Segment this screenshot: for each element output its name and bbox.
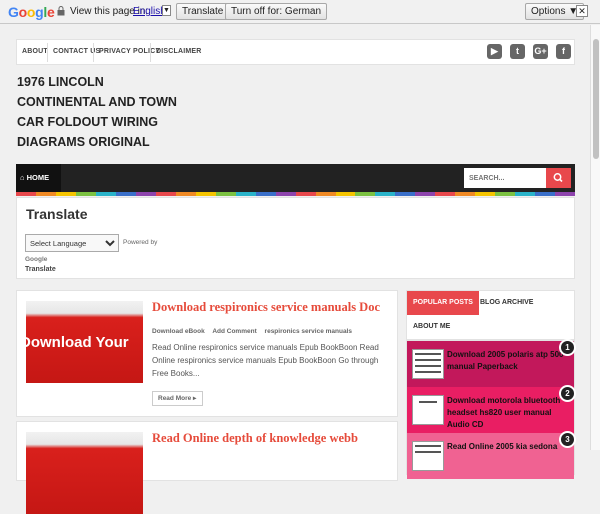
- rank-badge: 2: [559, 385, 576, 402]
- facebook-icon[interactable]: f: [556, 44, 571, 59]
- popular-item[interactable]: Read Online 2005 kia sedona 3: [407, 431, 576, 479]
- google-logo-g1: G: [8, 4, 19, 20]
- post-card: Read Online depth of knowledge webb: [16, 421, 398, 514]
- stripe-segment: [475, 192, 496, 196]
- popular-posts: Download 2005 polaris atp 500 manual Pap…: [406, 339, 576, 479]
- translate-bar: Google View this page in: English ▼ Tran…: [0, 0, 600, 24]
- search-input[interactable]: [464, 168, 546, 188]
- stripe-segment: [16, 192, 36, 196]
- stripe-segment: [395, 192, 416, 196]
- rank-badge: 3: [559, 431, 576, 448]
- stripe-segment: [495, 192, 516, 196]
- youtube-icon[interactable]: ▶: [487, 44, 502, 59]
- post-meta-comments[interactable]: Add Comment: [212, 328, 256, 335]
- nav-home-label: HOME: [26, 173, 50, 182]
- scrollbar[interactable]: [590, 25, 600, 450]
- stripe-segment: [35, 192, 56, 196]
- nav-about[interactable]: ABOUT: [22, 48, 48, 55]
- popular-thumbnail: [412, 395, 444, 425]
- home-icon: ⌂: [20, 173, 25, 182]
- translate-link[interactable]: Translate: [25, 266, 56, 273]
- stripe-segment: [295, 192, 316, 196]
- stripe-segment: [195, 192, 216, 196]
- stripe-segment: [75, 192, 96, 196]
- stripe-segment: [95, 192, 116, 196]
- stripe-segment: [355, 192, 376, 196]
- stripe-segment: [435, 192, 456, 196]
- stripe-segment: [375, 192, 396, 196]
- top-nav: ABOUT CONTACT US PRIVACY POLICY DISCLAIM…: [16, 39, 575, 65]
- post-thumbnail[interactable]: Download Your: [26, 301, 143, 383]
- stripe-segment: [215, 192, 236, 196]
- stripe-segment: [535, 192, 556, 196]
- post-excerpt: Read Online respironics service manuals …: [152, 343, 379, 378]
- main-nav: ⌂ HOME: [16, 164, 575, 192]
- twitter-icon[interactable]: t: [510, 44, 525, 59]
- post-thumbnail[interactable]: [26, 432, 143, 514]
- nav-privacy[interactable]: PRIVACY POLICY: [99, 48, 160, 55]
- stripe-segment: [315, 192, 336, 196]
- stripe-segment: [55, 192, 76, 196]
- turn-off-button[interactable]: Turn off for: German: [225, 3, 328, 20]
- stripe-segment: [455, 192, 476, 196]
- page: ABOUT CONTACT US PRIVACY POLICY DISCLAIM…: [0, 25, 590, 514]
- search-icon: [553, 173, 563, 183]
- nav-disclaimer[interactable]: DISCLAIMER: [156, 48, 202, 55]
- tab-about-me[interactable]: ABOUT ME: [407, 315, 456, 339]
- nav-divider: [150, 43, 151, 62]
- nav-divider: [47, 43, 48, 62]
- scrollbar-thumb[interactable]: [593, 39, 599, 159]
- rank-badge: 1: [559, 339, 576, 356]
- stripe-segment: [155, 192, 176, 196]
- google-logo: Google: [8, 4, 55, 20]
- popular-item[interactable]: Download 2005 polaris atp 500 manual Pap…: [407, 339, 576, 387]
- stripe-segment: [255, 192, 276, 196]
- language-link[interactable]: English: [133, 6, 166, 17]
- popular-title: Download motorola bluetooth headset hs82…: [447, 396, 561, 429]
- popular-title: Read Online 2005 kia sedona: [447, 442, 558, 451]
- tab-blog-archive[interactable]: BLOG ARCHIVE: [474, 291, 539, 315]
- post-title[interactable]: Download respironics service manuals Doc: [152, 300, 380, 315]
- language-select[interactable]: Select Language: [25, 234, 119, 252]
- nav-divider: [93, 43, 94, 62]
- google-plus-icon[interactable]: G+: [533, 44, 548, 59]
- nav-home[interactable]: ⌂ HOME: [16, 164, 61, 192]
- stripe-segment: [115, 192, 136, 196]
- stripe-segment: [415, 192, 436, 196]
- stripe-segment: [235, 192, 256, 196]
- widget-title: Translate: [26, 206, 88, 222]
- translate-button[interactable]: Translate: [176, 3, 230, 20]
- thumbnail-text: Download Your: [26, 334, 129, 351]
- powered-by-label: Powered by: [123, 239, 158, 246]
- stripe-segment: [275, 192, 296, 196]
- stripe-segment: [175, 192, 196, 196]
- google-label: Google: [25, 256, 48, 263]
- read-more-button[interactable]: Read More ▸: [152, 391, 203, 406]
- language-dropdown-icon[interactable]: ▼: [162, 5, 171, 16]
- popular-item[interactable]: Download motorola bluetooth headset hs82…: [407, 385, 576, 433]
- stripe-segment: [515, 192, 536, 196]
- color-stripes: [16, 192, 576, 196]
- lock-icon: [57, 6, 65, 16]
- popular-thumbnail: [412, 349, 444, 379]
- post-title[interactable]: Read Online depth of knowledge webb: [152, 431, 358, 446]
- popular-title: Download 2005 polaris atp 500 manual Pap…: [447, 350, 564, 371]
- stripe-segment: [555, 192, 576, 196]
- site-title[interactable]: 1976 LINCOLN CONTINENTAL AND TOWN CAR FO…: [17, 72, 187, 152]
- post-meta-tag[interactable]: respironics service manuals: [265, 328, 352, 335]
- post-meta-label[interactable]: Download eBook: [152, 328, 205, 335]
- stripe-segment: [335, 192, 356, 196]
- translate-widget: Translate Select Language Powered by Goo…: [16, 197, 575, 279]
- tab-popular-posts[interactable]: POPULAR POSTS: [407, 291, 479, 315]
- post-meta: Download eBook Add Comment respironics s…: [152, 328, 358, 335]
- sidebar-tabs: POPULAR POSTS BLOG ARCHIVE ABOUT ME: [406, 290, 575, 340]
- popular-thumbnail: [412, 441, 444, 471]
- close-icon[interactable]: ✕: [576, 5, 588, 17]
- search-button[interactable]: [546, 168, 571, 188]
- post-card: Download Your Download respironics servi…: [16, 290, 398, 417]
- stripe-segment: [135, 192, 156, 196]
